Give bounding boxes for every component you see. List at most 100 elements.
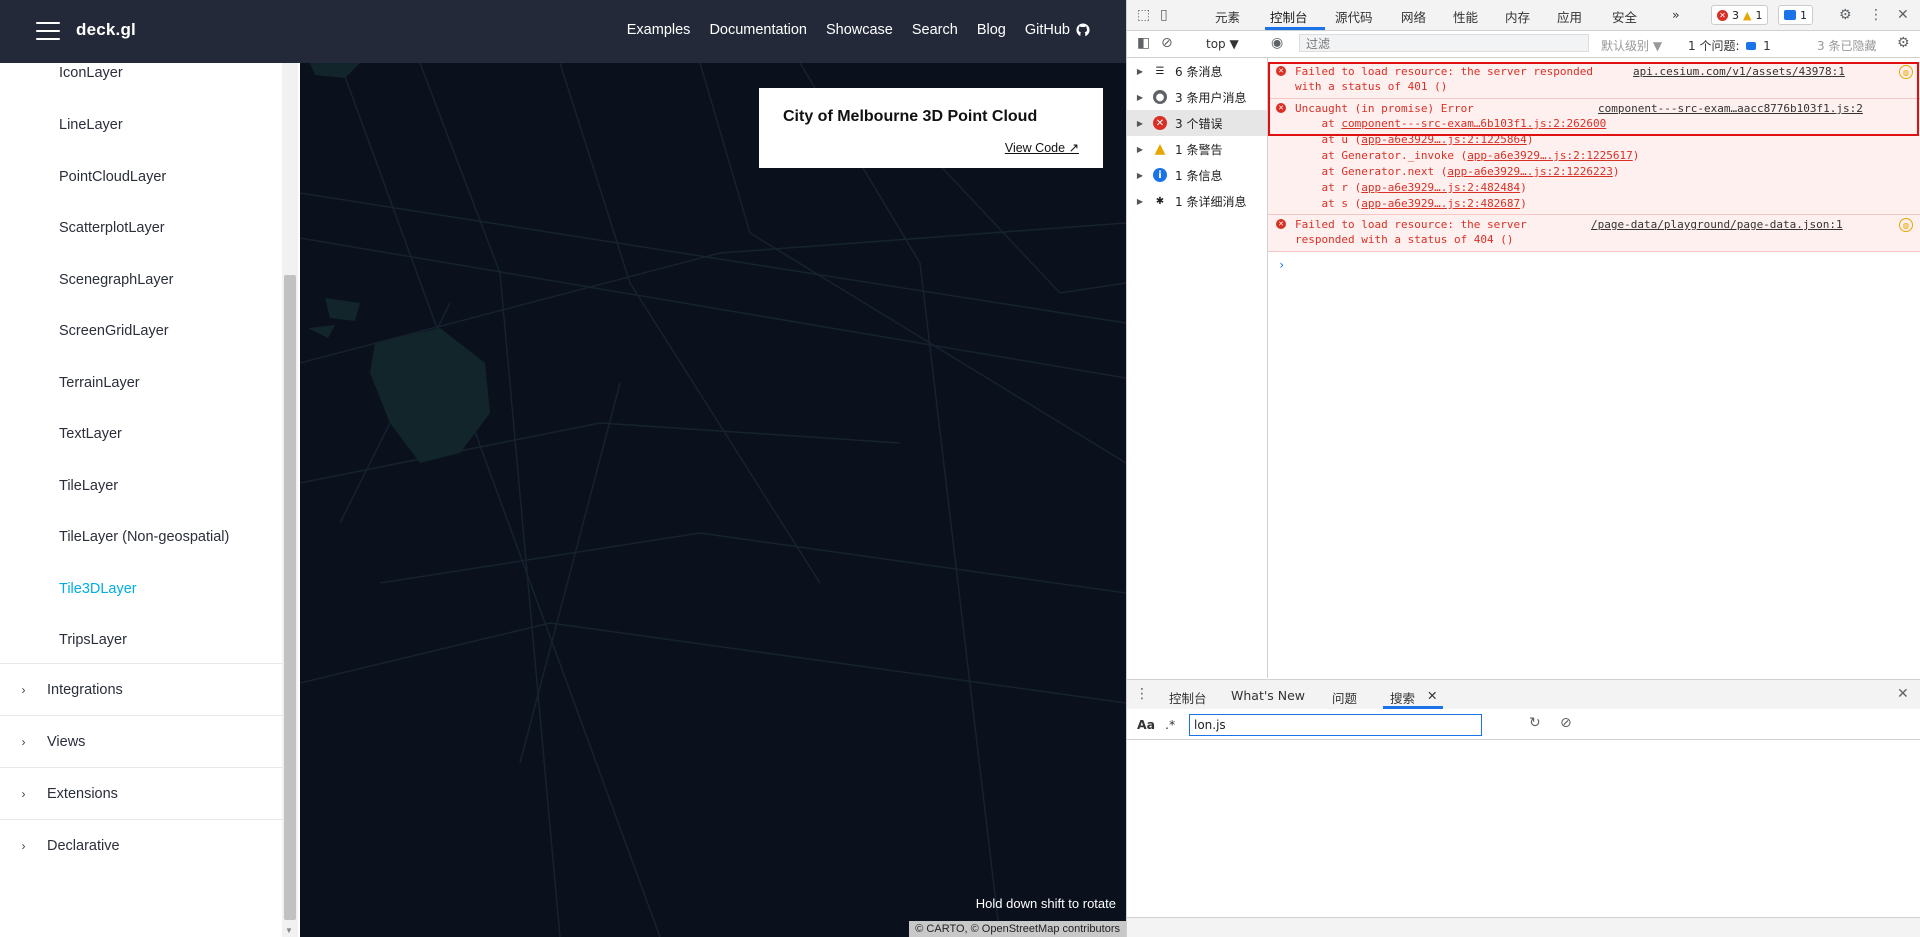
sidebar-section-extensions[interactable]: › Extensions	[0, 767, 282, 819]
drawer-tab-search[interactable]: 搜索	[1390, 688, 1415, 707]
sidebar-section-integrations[interactable]: › Integrations	[0, 663, 282, 715]
bug-icon: ✱	[1155, 195, 1165, 207]
close-tab-icon[interactable]: ✕	[1427, 688, 1437, 703]
sidebar-messages[interactable]: ▶ ☰ 6 条消息	[1127, 58, 1267, 84]
sidebar-item-scatterplotlayer[interactable]: ScatterplotLayer	[59, 220, 165, 236]
console-settings-icon[interactable]: ⚙	[1897, 35, 1910, 51]
frame-link[interactable]: app-a6e3929….js:2:1225864	[1361, 133, 1527, 146]
sidebar-item-tripslayer[interactable]: TripsLayer	[59, 632, 127, 648]
tab-application[interactable]: 应用	[1557, 7, 1582, 26]
sidebar-scrollbar[interactable]: ▼	[282, 63, 298, 937]
issues-count: 1	[1763, 39, 1771, 53]
sidebar-section-views[interactable]: › Views	[0, 715, 282, 767]
clear-search-icon[interactable]: ⊘	[1560, 715, 1572, 731]
section-label: Declarative	[47, 837, 120, 854]
frame-link[interactable]: app-a6e3929….js:2:482687	[1361, 197, 1520, 210]
devtools-status-bar	[1127, 917, 1920, 937]
sidebar-warnings[interactable]: ▶ ▲ 1 条警告	[1127, 136, 1267, 162]
issues-counter[interactable]: 1 个问题: 1	[1688, 37, 1771, 54]
sidebar-item-scenegraphlayer[interactable]: ScenegraphLayer	[59, 272, 173, 288]
sidebar-section-declarative[interactable]: › Declarative	[0, 819, 282, 871]
nav-github[interactable]: GitHub	[1025, 22, 1090, 38]
sidebar-item-screengridlayer[interactable]: ScreenGridLayer	[59, 323, 169, 339]
example-info-card: City of Melbourne 3D Point Cloud View Co…	[759, 88, 1103, 168]
nav-search[interactable]: Search	[912, 22, 958, 38]
refresh-icon[interactable]: ↻	[1529, 715, 1541, 731]
drawer-menu-icon[interactable]: ⋮	[1135, 686, 1149, 702]
network-request-icon[interactable]: ◍	[1899, 65, 1913, 79]
brand-logo[interactable]: deck.gl	[76, 20, 136, 40]
view-code-link[interactable]: View Code ↗	[1005, 140, 1079, 155]
scrollbar-thumb[interactable]	[284, 275, 296, 920]
frame-link[interactable]: app-a6e3929….js:2:1226223	[1447, 165, 1613, 178]
nav-examples[interactable]: Examples	[627, 22, 691, 38]
close-devtools-icon[interactable]: ✕	[1897, 7, 1909, 23]
sidebar-item-tile3dlayer[interactable]: Tile3DLayer	[59, 581, 137, 597]
tab-network[interactable]: 网络	[1401, 7, 1426, 26]
scroll-down-arrow[interactable]: ▼	[285, 926, 293, 935]
console-error-401: ✕ Failed to load resource: the server re…	[1268, 62, 1920, 99]
tab-sources[interactable]: 源代码	[1335, 7, 1373, 26]
close-drawer-icon[interactable]: ✕	[1897, 686, 1909, 702]
user-icon: ●	[1153, 90, 1167, 104]
source-link[interactable]: component---src-exam…aacc8776b103f1.js:2	[1598, 102, 1863, 115]
sidebar-item-tilelayer[interactable]: TileLayer	[59, 478, 118, 494]
sidebar-verbose[interactable]: ▶ ✱ 1 条详细消息	[1127, 188, 1267, 214]
chevron-right-icon: ›	[21, 838, 26, 853]
menu-icon[interactable]	[36, 22, 60, 41]
sidebar-errors[interactable]: ▶ ✕ 3 个错误	[1127, 110, 1267, 136]
network-request-icon[interactable]: ◍	[1899, 218, 1913, 232]
drawer-tab-whats-new[interactable]: What's New	[1231, 688, 1305, 703]
sidebar-item-iconlayer[interactable]: IconLayer	[59, 65, 123, 81]
console-filter-input[interactable]: 过滤	[1299, 34, 1589, 52]
console-prompt-caret[interactable]: ›	[1278, 258, 1285, 272]
error-warning-badge[interactable]: ✕ 3 ▲ 1	[1711, 5, 1769, 25]
sidebar-label: 1 条信息	[1175, 168, 1223, 183]
tab-performance[interactable]: 性能	[1453, 7, 1478, 26]
sidebar-user-messages[interactable]: ▶ ● 3 条用户消息	[1127, 84, 1267, 110]
source-link[interactable]: /page-data/playground/page-data.json:1	[1591, 218, 1843, 231]
regex-toggle[interactable]: .*	[1165, 717, 1175, 732]
settings-gear-icon[interactable]: ⚙	[1839, 7, 1852, 23]
tab-console[interactable]: 控制台	[1270, 7, 1308, 26]
active-tab-indicator	[1265, 27, 1325, 30]
frame-link[interactable]: component---src-exam…6b103f1.js:2:262600	[1341, 117, 1606, 130]
sidebar-item-linelayer[interactable]: LineLayer	[59, 117, 123, 133]
stack-frame: at s (app-a6e3929….js:2:482687)	[1295, 197, 1526, 210]
info-icon: i	[1153, 168, 1167, 182]
nav-showcase[interactable]: Showcase	[826, 22, 893, 38]
stack-frame: at component---src-exam…6b103f1.js:2:262…	[1295, 117, 1606, 130]
frame-link[interactable]: app-a6e3929….js:2:482484	[1361, 181, 1520, 194]
source-link[interactable]: api.cesium.com/v1/assets/43978:1	[1633, 65, 1845, 78]
nav-blog[interactable]: Blog	[977, 22, 1006, 38]
inspect-element-icon[interactable]: ⬚	[1137, 7, 1150, 23]
match-case-toggle[interactable]: Aa	[1137, 717, 1155, 732]
sidebar-info[interactable]: ▶ i 1 条信息	[1127, 162, 1267, 188]
sidebar-label: 1 条警告	[1175, 142, 1223, 157]
error-icon: ✕	[1153, 116, 1167, 130]
device-toolbar-icon[interactable]: ▯	[1160, 7, 1168, 23]
map-canvas[interactable]: City of Melbourne 3D Point Cloud View Co…	[300, 63, 1126, 937]
tab-elements[interactable]: 元素	[1215, 7, 1240, 26]
sidebar-item-pointcloudlayer[interactable]: PointCloudLayer	[59, 169, 166, 185]
more-options-icon[interactable]: ⋮	[1869, 7, 1883, 23]
sidebar-toggle-icon[interactable]: ◧	[1137, 35, 1150, 51]
sidebar-item-tilelayer-nongeo[interactable]: TileLayer (Non-geospatial)	[59, 529, 229, 545]
search-input[interactable]: lon.js	[1189, 714, 1482, 736]
clear-console-icon[interactable]: ⊘	[1161, 35, 1173, 51]
tab-security[interactable]: 安全	[1612, 7, 1637, 26]
nav-documentation[interactable]: Documentation	[709, 22, 807, 38]
sidebar-item-textlayer[interactable]: TextLayer	[59, 426, 122, 442]
live-expression-eye-icon[interactable]: ◉	[1271, 35, 1283, 51]
drawer-tab-console[interactable]: 控制台	[1169, 688, 1207, 707]
sidebar-item-terrainlayer[interactable]: TerrainLayer	[59, 375, 140, 391]
message-badge[interactable]: 1	[1778, 5, 1813, 25]
message-line: Failed to load resource: the server	[1295, 218, 1527, 231]
section-label: Views	[47, 733, 86, 750]
drawer-tab-issues[interactable]: 问题	[1332, 688, 1357, 707]
more-tabs-button[interactable]: »	[1672, 7, 1680, 22]
tab-memory[interactable]: 内存	[1505, 7, 1530, 26]
context-selector[interactable]: top ▼	[1206, 37, 1239, 51]
log-level-selector[interactable]: 默认级别 ▼	[1601, 37, 1662, 54]
frame-link[interactable]: app-a6e3929….js:2:1225617	[1467, 149, 1633, 162]
